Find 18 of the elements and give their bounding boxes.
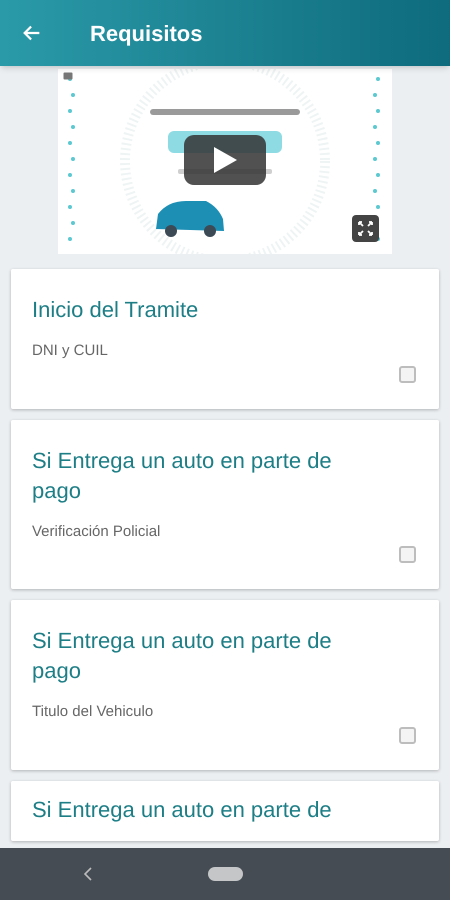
home-button[interactable] (208, 867, 243, 881)
requirement-checkbox[interactable] (399, 366, 416, 382)
requirement-detail: DNI y CUIL (32, 341, 109, 361)
requirement-title: Si Entrega un auto en parte de pago (32, 446, 333, 505)
caption-icon (63, 72, 73, 80)
fullscreen-button[interactable] (352, 215, 379, 242)
requirement-title: Si Entrega un auto en parte de (32, 796, 333, 824)
requirement-detail: Verificación Policial (32, 522, 162, 542)
play-button[interactable] (184, 135, 266, 185)
requirement-title: Si Entrega un auto en parte de pago (32, 627, 333, 685)
requirement-checkbox[interactable] (399, 546, 416, 563)
requirement-checkbox[interactable] (399, 726, 416, 744)
play-icon (212, 146, 238, 174)
back-chevron-icon (84, 867, 92, 881)
fullscreen-icon (358, 221, 373, 236)
requirement-title: Inicio del Tramite (32, 296, 200, 324)
app-bar-title: Requisitos (90, 20, 202, 48)
requirement-detail: Titulo del Vehiculo (32, 702, 154, 722)
